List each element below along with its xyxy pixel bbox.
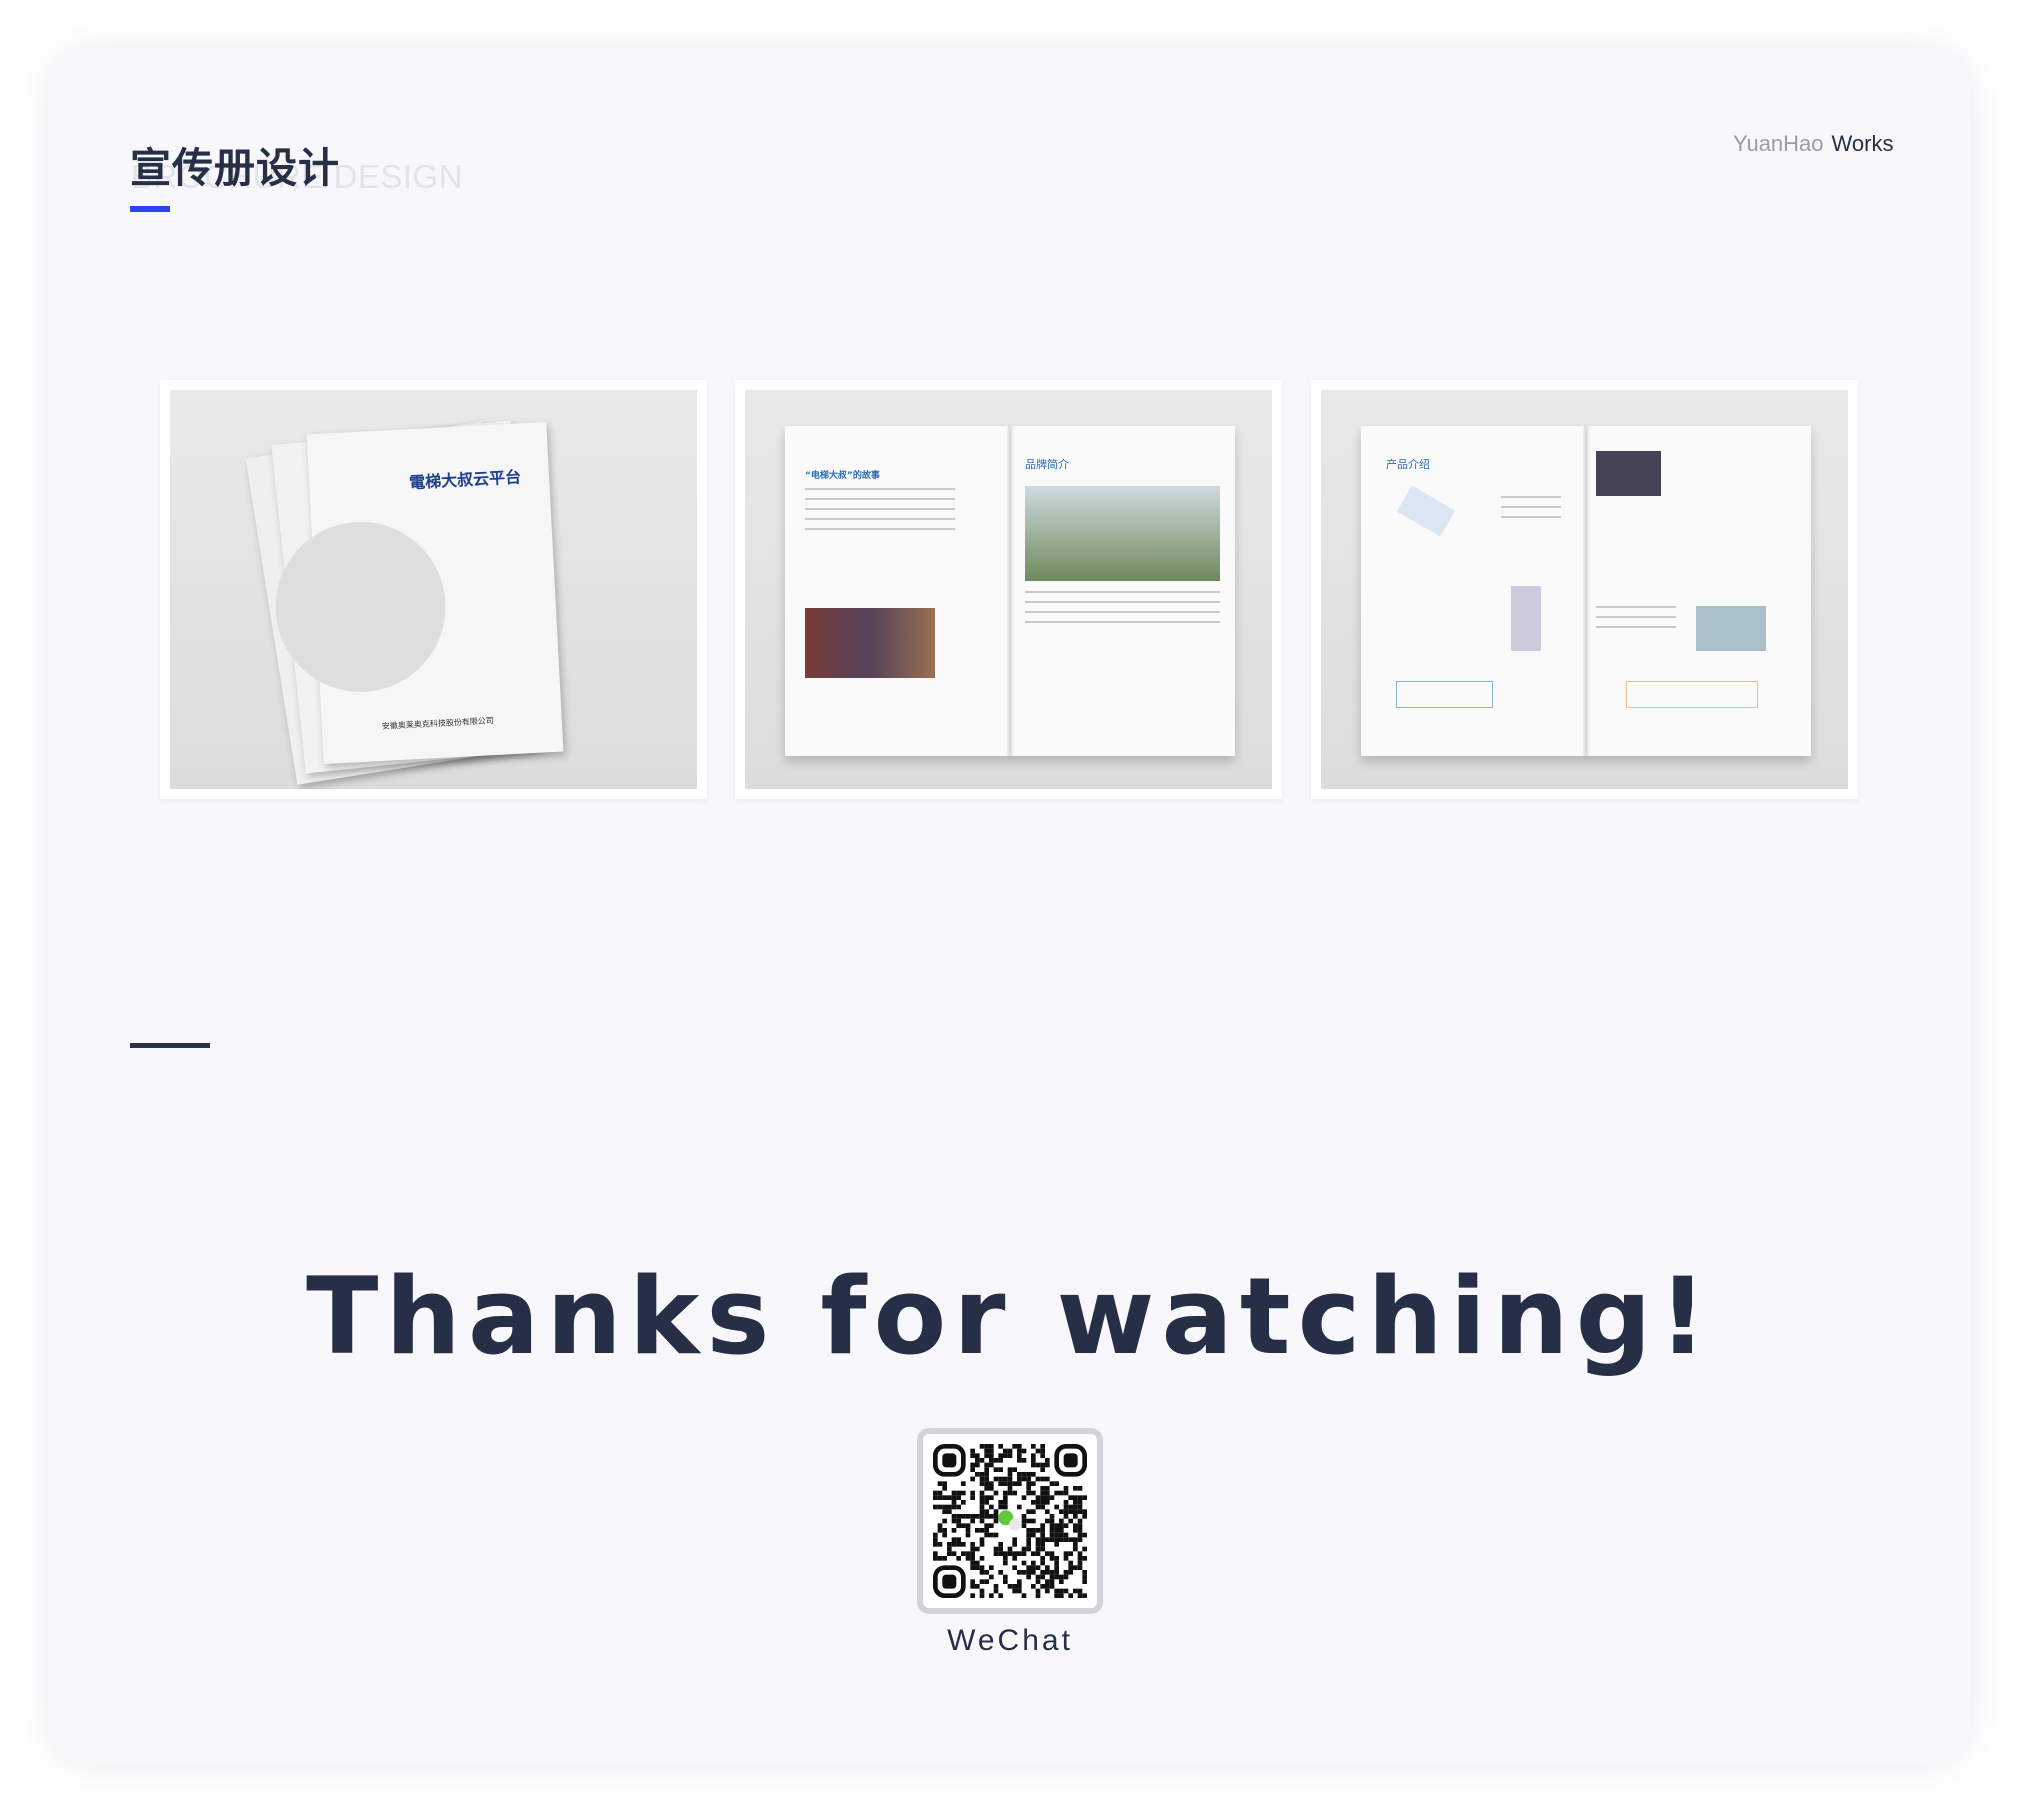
brochure-product-photo: 产品介绍: [1321, 390, 1848, 789]
spread-heading: 产品介绍: [1386, 458, 1430, 471]
spread-heading-2: 品牌简介: [1025, 458, 1069, 471]
qr-code-pattern: [933, 1444, 1087, 1598]
brand-suffix: Works: [1831, 131, 1894, 156]
cover-logo-text: 電梯大叔云平台: [408, 467, 522, 493]
wechat-qr-code: [917, 1428, 1103, 1614]
brochure-story-photo: “电梯大叔”的故事 品牌简介: [745, 390, 1272, 789]
gallery-image-cover[interactable]: 電梯大叔云平台 安徽奥莱奥克科技股份有限公司: [160, 380, 707, 799]
brochure-cover-photo: 電梯大叔云平台 安徽奥莱奥克科技股份有限公司: [170, 390, 697, 789]
thanks-heading: Thanks for watching!: [306, 1255, 1714, 1378]
wechat-label: WeChat: [947, 1624, 1073, 1657]
gallery-image-story-spread[interactable]: “电梯大叔”的故事 品牌简介: [735, 380, 1282, 799]
section-divider: [130, 1043, 210, 1048]
brand-label: YuanHao Works: [1733, 131, 1893, 157]
cover-company-text: 安徽奥莱奥克科技股份有限公司: [381, 716, 494, 731]
section-title: 宣传册设计: [130, 144, 340, 192]
title-underline-accent: [130, 206, 170, 212]
brand-name: YuanHao: [1733, 131, 1824, 156]
spread-heading: “电梯大叔”的故事: [805, 471, 880, 481]
gallery-image-product-spread[interactable]: 产品介绍: [1311, 380, 1858, 799]
